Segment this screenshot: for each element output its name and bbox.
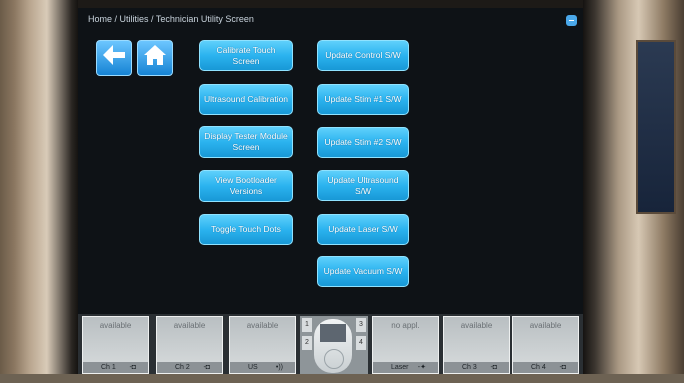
- ultrasound-calibration-button[interactable]: Ultrasound Calibration: [199, 84, 293, 115]
- update-stim1-sw-button[interactable]: Update Stim #1 S/W: [317, 84, 409, 115]
- laser-icon: -✦: [417, 364, 426, 371]
- minimize-icon[interactable]: [566, 15, 577, 26]
- channel-ch1[interactable]: available Ch 1 -◘: [82, 316, 149, 374]
- channel-number-1: 1: [302, 318, 312, 332]
- channel-label: Ch 1: [101, 364, 116, 371]
- arrow-left-icon: [102, 44, 126, 73]
- channel-number-3: 3: [356, 318, 366, 332]
- channel-label: Laser: [391, 364, 409, 371]
- channel-label: Ch 3: [462, 364, 477, 371]
- channel-status: available: [246, 321, 279, 330]
- channel-label: US: [248, 364, 258, 371]
- remote-display: [320, 324, 346, 342]
- back-button[interactable]: [96, 40, 132, 76]
- ultrasound-icon: •)): [275, 364, 283, 371]
- display-tester-module-button[interactable]: Display Tester Module Screen: [199, 126, 293, 158]
- channel-strip: available Ch 1 -◘ available Ch 2 -◘ avai…: [78, 314, 583, 374]
- update-ultrasound-sw-button[interactable]: Update Ultrasound S/W: [317, 170, 409, 201]
- update-stim2-sw-button[interactable]: Update Stim #2 S/W: [317, 127, 409, 158]
- calibrate-touch-screen-button[interactable]: Calibrate Touch Screen: [199, 40, 293, 71]
- plug-icon: -◘: [203, 364, 210, 371]
- background-window: [636, 40, 676, 214]
- channel-number-2: 2: [302, 336, 312, 350]
- channel-status: available: [99, 321, 132, 330]
- view-bootloader-versions-button[interactable]: View Bootloader Versions: [199, 170, 293, 202]
- channel-ch4[interactable]: available Ch 4 -◘: [512, 316, 579, 374]
- update-vacuum-sw-button[interactable]: Update Vacuum S/W: [317, 256, 409, 287]
- update-laser-sw-button[interactable]: Update Laser S/W: [317, 214, 409, 245]
- remote-wheel: [324, 349, 344, 369]
- channel-laser[interactable]: no appl. Laser -✦: [372, 316, 439, 374]
- device-frame-top: [0, 0, 684, 8]
- plug-icon: -◘: [129, 364, 136, 371]
- channel-label: Ch 2: [175, 364, 190, 371]
- device-frame-bottom: [0, 374, 684, 383]
- channel-us[interactable]: available US •)): [229, 316, 296, 374]
- remote-controller[interactable]: 1 2 3 4: [300, 316, 368, 374]
- home-icon: [143, 44, 167, 73]
- home-button[interactable]: [137, 40, 173, 76]
- toggle-touch-dots-button[interactable]: Toggle Touch Dots: [199, 214, 293, 245]
- breadcrumb: Home / Utilities / Technician Utility Sc…: [88, 14, 254, 24]
- plug-icon: -◘: [559, 364, 566, 371]
- channel-status: available: [460, 321, 493, 330]
- touch-screen: Home / Utilities / Technician Utility Sc…: [78, 8, 583, 374]
- plug-icon: -◘: [490, 364, 497, 371]
- update-control-sw-button[interactable]: Update Control S/W: [317, 40, 409, 71]
- channel-status: available: [173, 321, 206, 330]
- channel-number-4: 4: [356, 336, 366, 350]
- channel-label: Ch 4: [531, 364, 546, 371]
- channel-ch2[interactable]: available Ch 2 -◘: [156, 316, 223, 374]
- channel-status: available: [529, 321, 562, 330]
- channel-status: no appl.: [391, 321, 420, 330]
- channel-ch3[interactable]: available Ch 3 -◘: [443, 316, 510, 374]
- device-frame-left: [0, 0, 78, 383]
